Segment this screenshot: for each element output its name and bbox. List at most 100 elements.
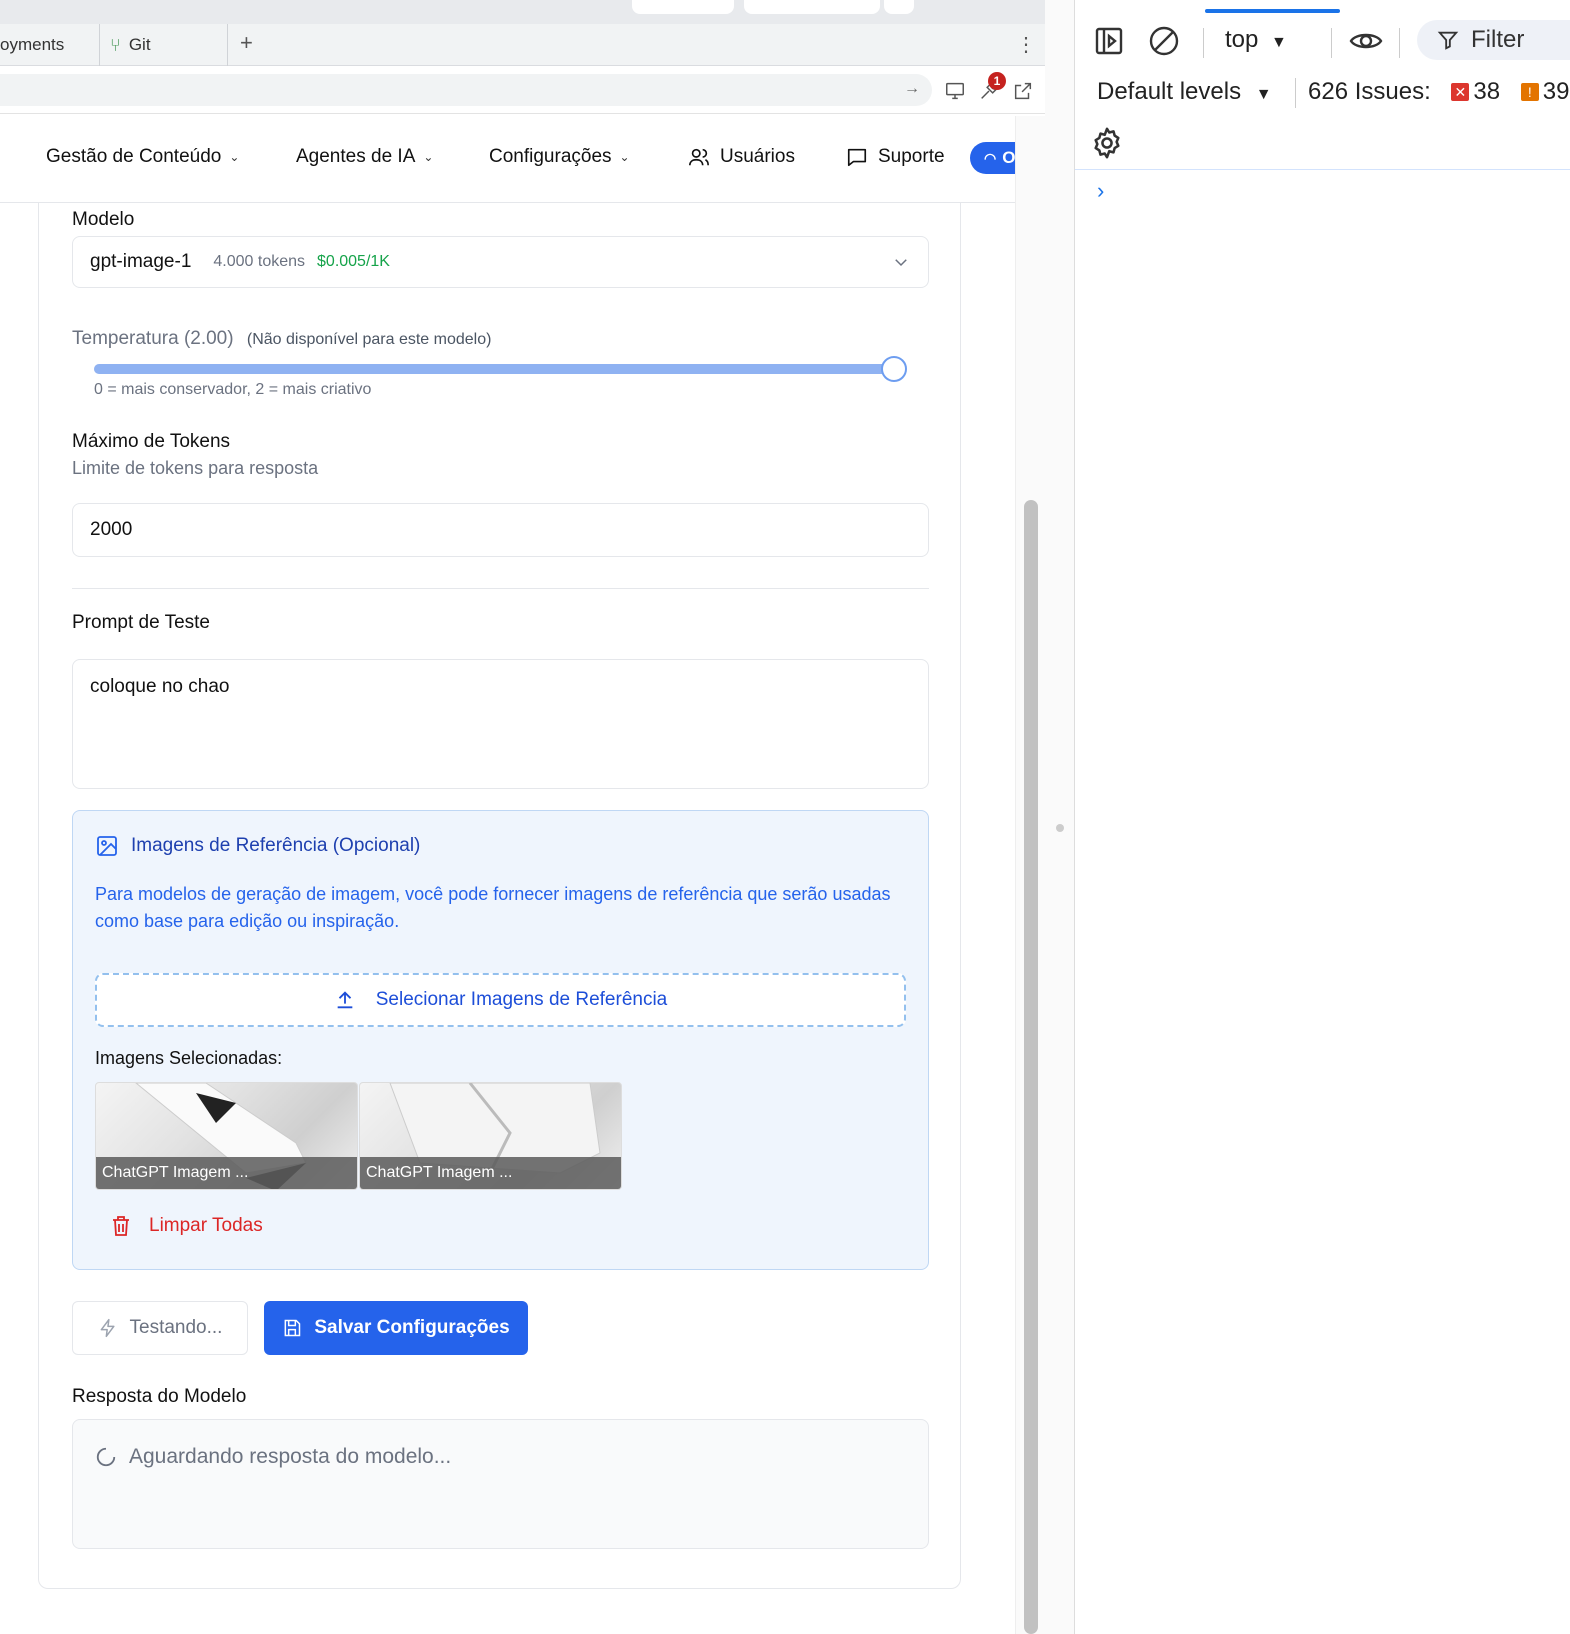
temperature-slider[interactable]: [94, 364, 894, 374]
splitter-handle[interactable]: [1056, 824, 1064, 832]
external-link-icon[interactable]: [1012, 80, 1034, 102]
nav-label: Agentes de IA: [296, 146, 416, 167]
nav-agentes-ia[interactable]: Agentes de IA ⌄: [296, 146, 433, 168]
temperature-slider-thumb[interactable]: [881, 356, 907, 382]
toolbar-separator: [1399, 28, 1400, 58]
test-button[interactable]: Testando...: [72, 1301, 248, 1355]
nav-label: Usuários: [720, 146, 795, 167]
tab-label: oyments: [0, 35, 65, 54]
devtools-toolbar-2: Default levels ▼ 626 Issues: ✕ 38 ! 39: [1075, 70, 1570, 114]
users-icon: [689, 148, 709, 166]
chevron-down-icon: ⌄: [229, 150, 240, 164]
response-waiting-text: Aguardando resposta do modelo...: [129, 1445, 452, 1468]
sidebar-toggle-icon[interactable]: [1093, 24, 1127, 58]
issues-label: 626 Issues:: [1308, 78, 1431, 105]
save-icon: [284, 1319, 301, 1337]
caret-down-icon: ▼: [1255, 86, 1272, 103]
toolbar-separator: [1203, 28, 1204, 58]
image-caption: ChatGPT Imagem ...: [96, 1157, 357, 1189]
page-content: Modelo gpt-image-1 4.000 tokens $0.005/1…: [0, 203, 1015, 1634]
selected-image-thumb[interactable]: ChatGPT Imagem ...: [95, 1082, 358, 1190]
temperature-hint: 0 = mais conservador, 2 = mais criativo: [94, 381, 372, 398]
chevron-down-icon: ⌄: [423, 150, 434, 164]
tab-git[interactable]: ⑂ Git: [100, 24, 228, 66]
response-label: Resposta do Modelo: [72, 1386, 247, 1407]
window-top-strip: [0, 0, 1075, 24]
select-reference-images-button[interactable]: Selecionar Imagens de Referência: [95, 973, 906, 1027]
levels-label: Default levels: [1097, 78, 1242, 105]
test-button-label: Testando...: [129, 1317, 223, 1338]
tab-bar: oyments ⑂ Git: [0, 24, 1045, 66]
address-field[interactable]: →: [0, 74, 932, 106]
scrollbar-thumb[interactable]: [1024, 500, 1038, 1634]
devtools-active-tab-indicator: [1205, 9, 1340, 13]
response-box: Aguardando resposta do modelo...: [72, 1419, 929, 1549]
panel-splitter[interactable]: [1045, 0, 1075, 1634]
caret-down-icon: ▼: [1271, 34, 1287, 51]
tab-menu-icon[interactable]: ⋮: [1016, 32, 1036, 57]
spinner-icon: [96, 1447, 116, 1467]
prompt-value: coloque no chao: [90, 676, 230, 697]
nav-suporte[interactable]: Suporte: [846, 146, 945, 168]
max-tokens-input[interactable]: 2000: [72, 503, 929, 557]
model-name: gpt-image-1: [90, 251, 192, 272]
nav-usuarios[interactable]: Usuários: [688, 146, 795, 168]
filter-icon: [1437, 31, 1459, 50]
error-icon: ✕: [1451, 83, 1470, 101]
selected-images-label: Imagens Selecionadas:: [95, 1048, 283, 1068]
model-tokens: 4.000 tokens: [213, 253, 306, 270]
tab-deployments[interactable]: oyments: [0, 24, 100, 66]
model-label: Modelo: [72, 209, 135, 230]
reference-images-description: Para modelos de geração de imagem, você …: [95, 884, 891, 931]
new-tab-button[interactable]: +: [240, 30, 253, 56]
image-icon: [97, 836, 117, 856]
nav-label: Configurações: [489, 146, 612, 167]
clear-console-icon[interactable]: [1147, 24, 1181, 58]
devtools-panel: top ▼ Filter Default levels ▼ 626 Issues…: [1075, 0, 1570, 1634]
upload-icon: [337, 991, 353, 1009]
monitor-icon[interactable]: [944, 80, 966, 102]
toolbar-chip[interactable]: [744, 0, 880, 14]
status-pill-label: O: [1002, 148, 1016, 167]
model-price: $0.005/1K: [317, 253, 390, 270]
selected-image-thumb[interactable]: ChatGPT Imagem ...: [359, 1082, 622, 1190]
issues-counter[interactable]: 626 Issues: ✕ 38 ! 39: [1308, 78, 1570, 106]
console-prompt[interactable]: ›: [1097, 178, 1104, 204]
lightning-icon: [100, 1318, 115, 1338]
log-levels-select[interactable]: Default levels ▼: [1097, 78, 1272, 106]
git-branch-icon: ⑂: [110, 34, 121, 55]
max-tokens-label: Máximo de Tokens: [72, 431, 231, 452]
max-tokens-sublabel: Limite de tokens para resposta: [72, 458, 319, 478]
toolbar-chip[interactable]: [884, 0, 914, 14]
status-pill[interactable]: ◠ O: [970, 142, 1016, 174]
error-count: 38: [1473, 78, 1501, 105]
toolbar-chip[interactable]: [632, 0, 734, 14]
arrow-right-icon[interactable]: →: [904, 80, 920, 98]
address-bar-row: →: [0, 66, 1045, 114]
max-tokens-value: 2000: [90, 519, 133, 540]
chevron-down-icon: ⌄: [619, 150, 630, 164]
temperature-slider-fill: [94, 364, 894, 374]
console-divider: [1075, 169, 1570, 170]
nav-label: Gestão de Conteúdo: [46, 146, 222, 167]
filter-label: Filter: [1471, 26, 1525, 53]
filter-input[interactable]: Filter: [1417, 20, 1570, 60]
clear-all-label: Limpar Todas: [149, 1215, 263, 1236]
save-button-label: Salvar Configurações: [314, 1317, 510, 1338]
devtools-toolbar: top ▼ Filter: [1075, 18, 1570, 62]
image-caption: ChatGPT Imagem ...: [360, 1157, 621, 1189]
temperature-label: Temperatura (2.00) (Não disponível para …: [72, 328, 491, 350]
prompt-textarea[interactable]: coloque no chao: [72, 659, 929, 789]
model-select[interactable]: gpt-image-1 4.000 tokens $0.005/1K: [72, 236, 929, 288]
clear-all-button[interactable]: Limpar Todas: [111, 1215, 263, 1237]
response-waiting: Aguardando resposta do modelo...: [95, 1445, 451, 1469]
context-select[interactable]: top ▼: [1225, 26, 1287, 54]
reference-images-title-text: Imagens de Referência (Opcional): [131, 835, 421, 856]
save-button[interactable]: Salvar Configurações: [264, 1301, 528, 1355]
nav-gestao-conteudo[interactable]: Gestão de Conteúdo ⌄: [46, 146, 239, 168]
nav-configuracoes[interactable]: Configurações ⌄: [489, 146, 630, 168]
chevron-down-icon: [895, 259, 907, 267]
prompt-label: Prompt de Teste: [72, 612, 211, 633]
gear-icon[interactable]: [1090, 126, 1124, 160]
eye-icon[interactable]: [1349, 24, 1383, 58]
